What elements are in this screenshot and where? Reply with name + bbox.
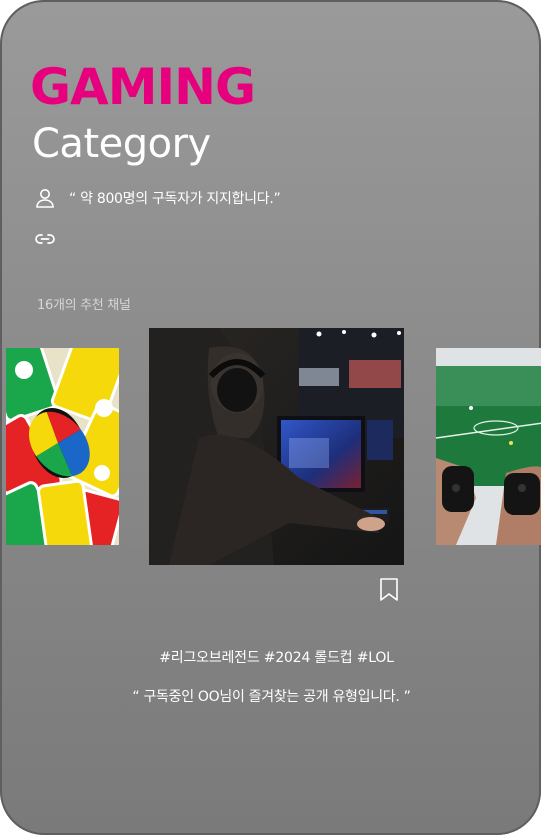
category-subtitle: Category bbox=[32, 121, 211, 167]
user-icon bbox=[33, 186, 57, 210]
subscribers-text: “ 약 800명의 구독자가 지지합니다.” bbox=[69, 191, 281, 207]
uno-cards-thumbnail[interactable] bbox=[6, 348, 119, 545]
recommended-channels-count: 16개의 추천 채널 bbox=[37, 298, 131, 313]
bookmark-icon[interactable] bbox=[378, 577, 400, 603]
category-card: GAMING Category “ 약 800명의 구독자가 지지합니다.” 1… bbox=[0, 0, 541, 835]
link-row[interactable] bbox=[33, 227, 57, 251]
category-title: GAMING bbox=[30, 58, 256, 116]
channel-description: “ 구독중인 OO님이 즐겨찾는 공개 유형입니다. ” bbox=[132, 689, 411, 705]
subscribers-row: “ 약 800명의 구독자가 지지합니다.” bbox=[33, 186, 281, 210]
link-icon[interactable] bbox=[33, 227, 57, 251]
hashtags: #리그오브레전드 #2024 롤드컵 #LOL bbox=[159, 650, 394, 666]
pc-gamer-thumbnail[interactable] bbox=[149, 328, 404, 565]
console-controllers-thumbnail[interactable] bbox=[436, 348, 541, 545]
